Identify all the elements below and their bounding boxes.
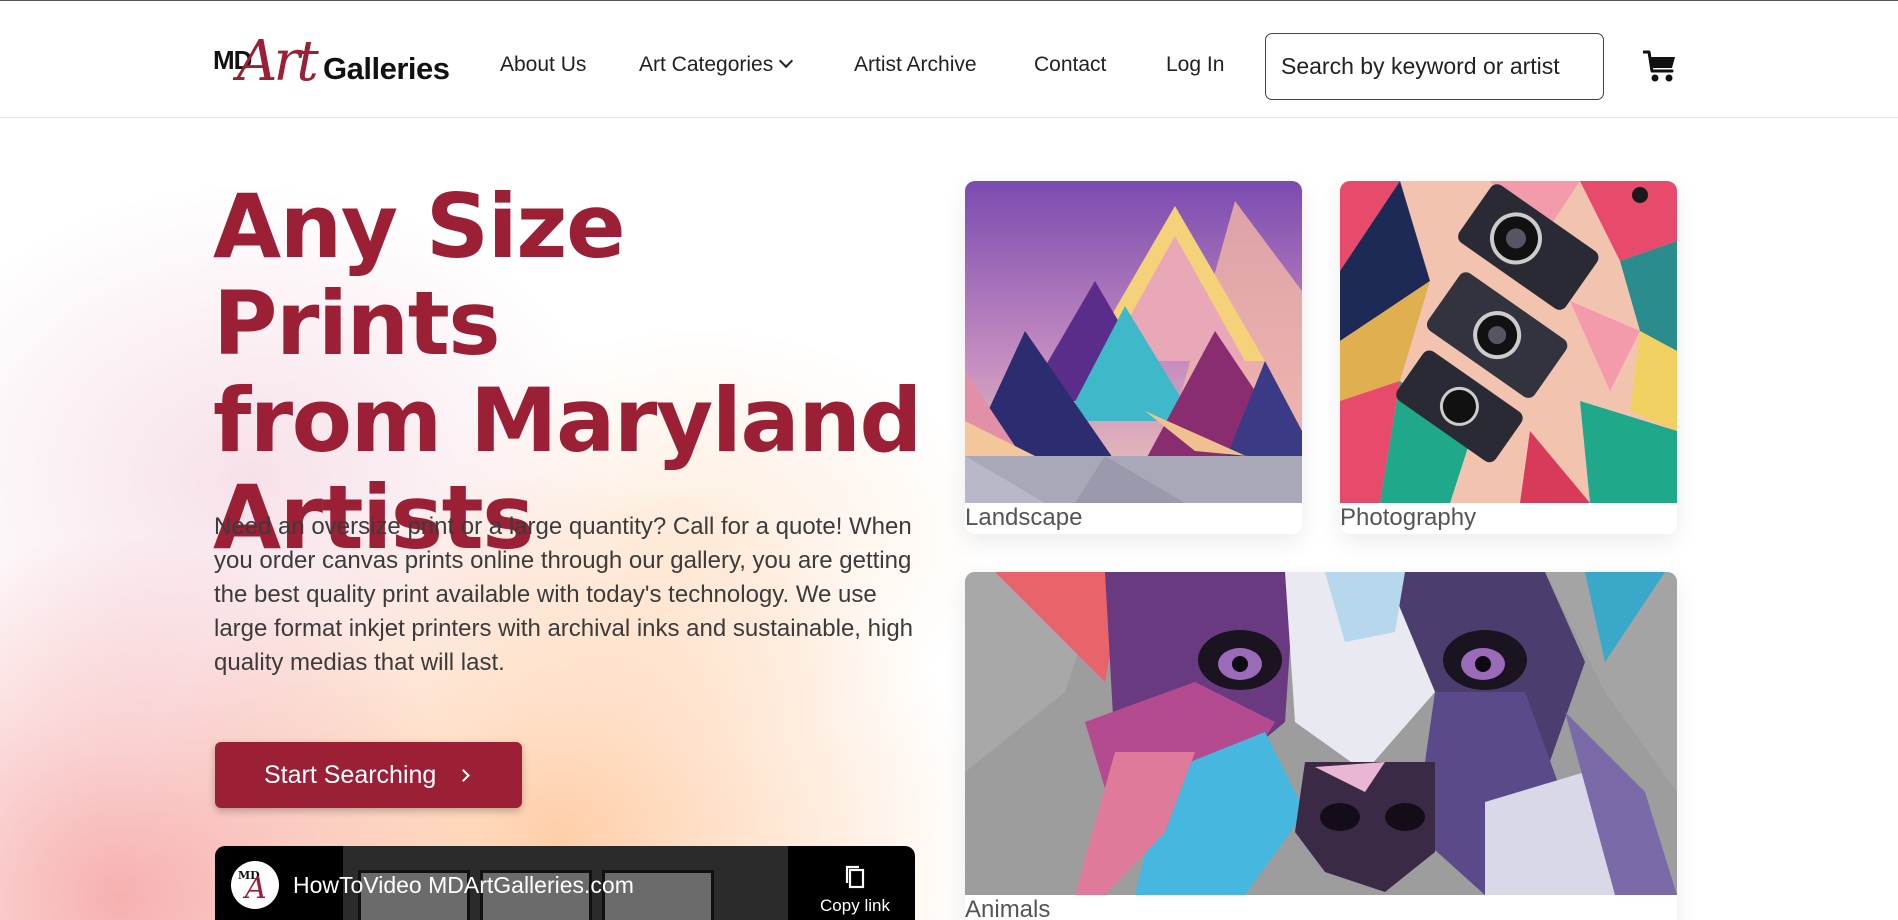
- search-input[interactable]: [1265, 33, 1604, 100]
- video-title[interactable]: HowToVideo MDArtGalleries.com: [293, 872, 634, 899]
- nav-log-in[interactable]: Log In: [1166, 53, 1224, 77]
- copy-icon: [845, 865, 865, 889]
- category-label-photography: Photography: [1340, 504, 1477, 531]
- logo-galleries: Galleries: [323, 51, 450, 86]
- nav-art-categories-label: Art Categories: [639, 53, 774, 76]
- category-label-animals: Animals: [965, 896, 1051, 920]
- hero-title-line-2: from Maryland: [213, 369, 922, 472]
- category-card-photography[interactable]: Photography: [1340, 181, 1677, 534]
- nav-about-us[interactable]: About Us: [500, 53, 586, 77]
- nav-contact[interactable]: Contact: [1034, 53, 1106, 77]
- category-card-animals[interactable]: Animals: [965, 572, 1677, 920]
- category-card-landscape[interactable]: Landscape: [965, 181, 1302, 534]
- channel-avatar[interactable]: MD A: [231, 861, 279, 909]
- landscape-image: [965, 181, 1302, 503]
- chevron-right-icon: [457, 769, 470, 782]
- copy-link-label: Copy link: [820, 896, 890, 915]
- animals-image: [965, 572, 1677, 895]
- hero-title-line-1: Any Size Prints: [213, 175, 626, 375]
- cart-icon[interactable]: [1643, 49, 1677, 85]
- site-logo[interactable]: MD Art Galleries: [213, 29, 463, 99]
- video-embed[interactable]: MD A HowToVideo MDArtGalleries.com Copy …: [215, 846, 915, 920]
- start-searching-label: Start Searching: [264, 760, 437, 789]
- nav-art-categories[interactable]: Art Categories: [639, 53, 794, 77]
- nav-artist-archive[interactable]: Artist Archive: [854, 53, 977, 77]
- copy-link-button[interactable]: Copy link: [810, 864, 900, 916]
- logo-art: Art: [237, 29, 319, 94]
- category-label-landscape: Landscape: [965, 504, 1083, 531]
- hero-title: Any Size Prints from Maryland Artists: [213, 178, 933, 566]
- start-searching-button[interactable]: Start Searching: [215, 742, 522, 808]
- site-header: MD Art Galleries About Us Art Categories…: [0, 1, 1898, 118]
- photography-image: [1340, 181, 1677, 503]
- chevron-down-icon: [779, 53, 794, 69]
- hero-paragraph: Need an oversize print or a large quanti…: [214, 513, 914, 676]
